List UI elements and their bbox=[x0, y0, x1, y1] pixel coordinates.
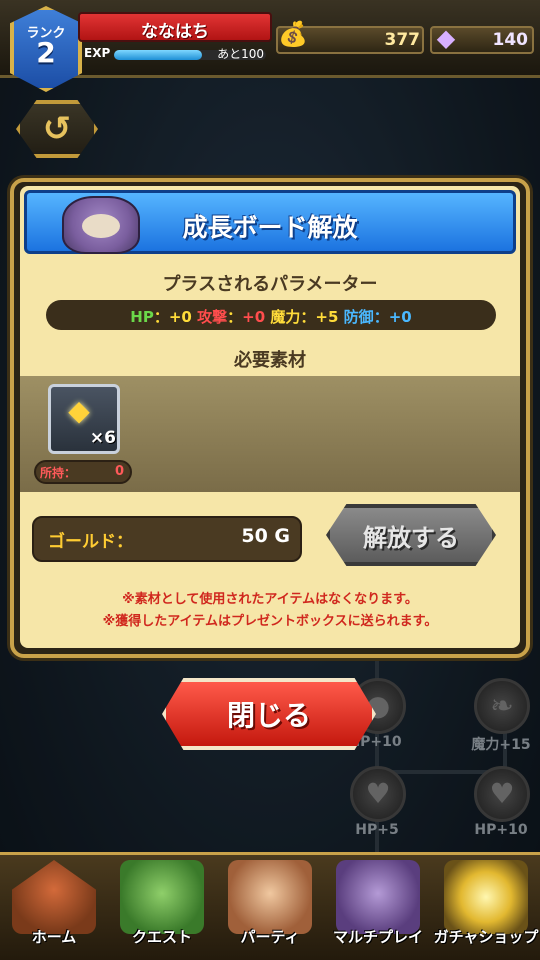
separator: ： bbox=[227, 308, 243, 326]
house-icon bbox=[12, 860, 96, 934]
materials-heading: 必要素材 bbox=[234, 350, 306, 371]
player-name: ななはち bbox=[141, 22, 209, 42]
owned-label: 所持： bbox=[40, 466, 77, 480]
nav-quest-label: クエスト bbox=[131, 928, 192, 946]
separator: ： bbox=[300, 308, 316, 326]
crystal-icon: ◆ bbox=[68, 394, 90, 427]
nav-gacha-shop-label: ガチャショップ bbox=[433, 928, 539, 946]
gem-amount: 140 bbox=[492, 30, 529, 50]
nav-party[interactable]: パーティ bbox=[216, 858, 324, 958]
nav-party-label: パーティ bbox=[240, 928, 300, 946]
note-consumed: ※素材として使用されたアイテムはなくなります。 bbox=[122, 592, 418, 607]
gacha-shop-icon bbox=[444, 860, 528, 934]
attack-value: +0 bbox=[242, 308, 266, 326]
defense-value: +0 bbox=[388, 308, 412, 326]
gold-cost-value: 50 G bbox=[241, 525, 290, 547]
quest-character-icon bbox=[120, 860, 204, 934]
params-heading: プラスされるパラメーター bbox=[162, 274, 378, 295]
nav-multiplay[interactable]: マルチプレイ bbox=[324, 858, 432, 958]
party-characters-icon bbox=[228, 860, 312, 934]
gem-icon: ◆ bbox=[436, 24, 456, 52]
unlock-button-label: 解放する bbox=[363, 524, 459, 552]
material-count: ×6 bbox=[89, 428, 116, 448]
mascot-face bbox=[82, 214, 120, 238]
nav-quest[interactable]: クエスト bbox=[108, 858, 216, 958]
gold-amount: 377 bbox=[384, 30, 421, 50]
rank-value: 2 bbox=[36, 36, 56, 69]
magic-label: 魔力 bbox=[270, 308, 301, 326]
attack-label: 攻撃 bbox=[197, 308, 228, 326]
hp-value: +0 bbox=[168, 308, 192, 326]
nav-home-label: ホーム bbox=[31, 928, 77, 946]
nav-home[interactable]: ホーム bbox=[0, 858, 108, 958]
hp-label: HP bbox=[130, 308, 154, 326]
note-present-box: ※獲得したアイテムはプレゼントボックスに送られます。 bbox=[102, 614, 438, 629]
gold-cost-label: ゴールド： bbox=[48, 532, 133, 552]
dialog-title: 成長ボード解放 bbox=[182, 213, 358, 242]
nav-gacha-shop[interactable]: ガチャショップ bbox=[432, 858, 540, 958]
gold-bag-icon: 💰 bbox=[278, 20, 308, 48]
nav-multiplay-label: マルチプレイ bbox=[332, 928, 423, 946]
defense-label: 防御 bbox=[343, 308, 374, 326]
separator: ： bbox=[373, 308, 389, 326]
params-row: HP：+0 攻撃：+0 魔力：+5 防御：+0 bbox=[46, 306, 496, 327]
back-arrow-icon: ↺ bbox=[42, 109, 72, 149]
exp-remaining: あと100 bbox=[217, 47, 264, 61]
multiplay-character-icon bbox=[336, 860, 420, 934]
exp-bar-fill bbox=[114, 50, 203, 60]
magic-value: +5 bbox=[315, 308, 339, 326]
separator: ： bbox=[153, 308, 169, 326]
owned-value: 0 bbox=[114, 464, 124, 479]
exp-label: EXP bbox=[84, 46, 111, 60]
close-button-label: 閉じる bbox=[226, 699, 311, 732]
